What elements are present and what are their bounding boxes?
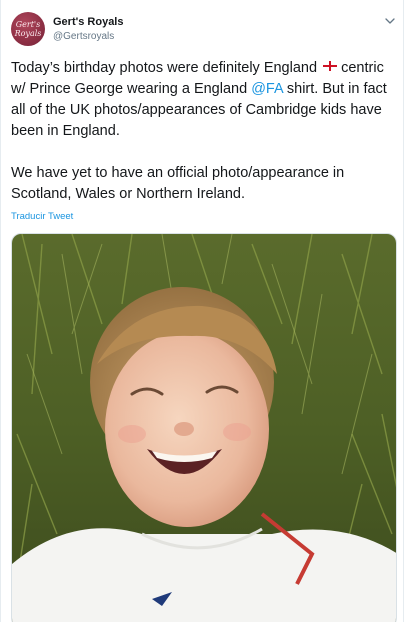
- boy-in-grass-image: [12, 234, 396, 622]
- tweet-card[interactable]: Gert's Royals Gert's Royals @Gertsroyals…: [0, 0, 404, 622]
- mention-link[interactable]: @FA: [251, 81, 283, 97]
- avatar-text-line1: Gert's: [15, 20, 41, 29]
- tweet-text: Today’s birthday photos were definitely …: [11, 58, 399, 205]
- tweet-photo[interactable]: [11, 233, 397, 622]
- chevron-down-icon[interactable]: [383, 14, 397, 28]
- tweet-paragraph-2: We have yet to have an official photo/ap…: [11, 165, 345, 202]
- avatar-text-line2: Royals: [14, 29, 42, 38]
- author-handle[interactable]: @Gertsroyals: [53, 31, 114, 42]
- tweet-text-part1: Today’s birthday photos were definitely …: [11, 60, 322, 76]
- avatar[interactable]: Gert's Royals: [11, 12, 45, 46]
- england-flag-icon: [323, 61, 338, 71]
- author-name[interactable]: Gert's Royals: [53, 16, 123, 28]
- translate-tweet-link[interactable]: Traducir Tweet: [11, 211, 73, 222]
- tweet-paragraph-1: Today’s birthday photos were definitely …: [11, 58, 399, 142]
